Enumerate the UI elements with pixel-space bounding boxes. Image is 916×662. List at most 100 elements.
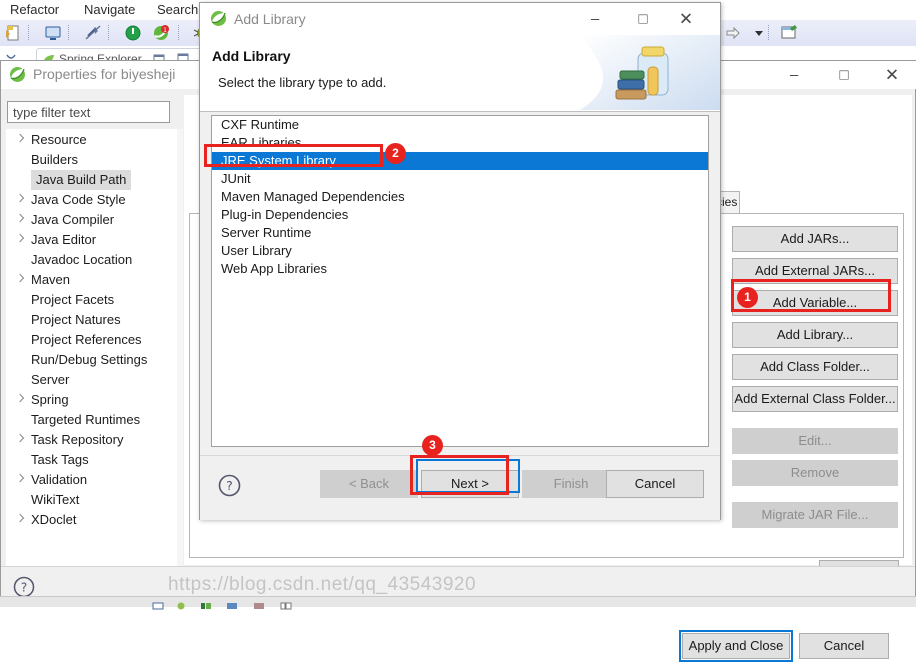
add-library-minimize-button[interactable]: –: [572, 3, 618, 35]
add-external-class-folder-button[interactable]: Add External Class Folder...: [732, 386, 898, 412]
sidebar-item-xdoclet[interactable]: XDoclet: [7, 510, 179, 530]
sidebar-item-builders[interactable]: Builders: [7, 150, 179, 170]
taskbar-icon[interactable]: [226, 598, 238, 609]
forward-nav-icon[interactable]: [724, 24, 742, 42]
sidebar-item-label: Project Facets: [31, 292, 115, 307]
minimize-icon: –: [789, 66, 799, 84]
properties-maximize-button[interactable]: □: [821, 61, 867, 89]
filter-input[interactable]: type filter text: [7, 101, 170, 123]
chevron-right-icon[interactable]: [16, 235, 25, 244]
sidebar-item-task-repository[interactable]: Task Repository: [7, 430, 179, 450]
list-item[interactable]: Maven Managed Dependencies: [212, 188, 708, 206]
maximize-icon: □: [638, 10, 648, 28]
sidebar-item-label: Project Natures: [31, 312, 121, 327]
sidebar-item-maven[interactable]: Maven: [7, 270, 179, 290]
add-library-dialog: Add Library – □ ✕ Add Library Select the…: [199, 2, 721, 520]
spring-leaf-icon: [9, 66, 26, 83]
toolbar-separator: [178, 25, 180, 40]
taskbar-icon[interactable]: [175, 598, 187, 610]
add-library-header: Add Library Select the library type to a…: [200, 35, 720, 112]
run-server-icon[interactable]: [124, 24, 142, 42]
chevron-right-icon[interactable]: [16, 395, 25, 404]
add-library-subheading: Select the library type to add.: [218, 75, 387, 90]
question-mark-icon[interactable]: ?: [13, 576, 35, 598]
sidebar-item-task-tags[interactable]: Task Tags: [7, 450, 179, 470]
sidebar-item-spring[interactable]: Spring: [7, 390, 179, 410]
properties-cancel-button[interactable]: Cancel: [799, 633, 889, 659]
sidebar-item-label: Java Build Path: [31, 170, 132, 190]
svg-text:?: ?: [21, 581, 27, 595]
list-item[interactable]: Plug-in Dependencies: [212, 206, 708, 224]
list-item[interactable]: Web App Libraries: [212, 260, 708, 278]
list-item[interactable]: Server Runtime: [212, 224, 708, 242]
sidebar-item-label: WikiText: [31, 492, 80, 507]
sidebar-item-validation[interactable]: Validation: [7, 470, 179, 490]
menu-item-refactor[interactable]: Refactor: [8, 2, 61, 18]
properties-close-button[interactable]: ✕: [869, 61, 915, 89]
properties-minimize-button[interactable]: –: [771, 61, 817, 89]
svg-text:?: ?: [226, 478, 233, 493]
cancel-button[interactable]: Cancel: [606, 470, 704, 498]
sidebar-item-wikitext[interactable]: WikiText: [7, 490, 179, 510]
sidebar-item-label: Task Tags: [31, 452, 89, 467]
taskbar-icon[interactable]: [200, 598, 212, 609]
chevron-right-icon[interactable]: [16, 215, 25, 224]
add-library-maximize-button[interactable]: □: [620, 3, 666, 35]
maximize-icon: □: [839, 66, 849, 84]
sidebar-item-label: Targeted Runtimes: [31, 412, 141, 427]
forward-dropdown-icon[interactable]: [750, 24, 768, 42]
taskbar-icon[interactable]: [253, 598, 265, 609]
annotation-badge-2: 2: [385, 143, 406, 164]
sidebar-item-java-editor[interactable]: Java Editor: [7, 230, 179, 250]
taskbar-icon[interactable]: [152, 598, 164, 610]
list-item[interactable]: CXF Runtime: [212, 116, 708, 134]
sidebar-scrollbar[interactable]: [177, 129, 183, 594]
sidebar-item-java-compiler[interactable]: Java Compiler: [7, 210, 179, 230]
spring-tool-icon[interactable]: 1: [152, 24, 170, 42]
sidebar-item-label: Project References: [31, 332, 142, 347]
taskbar-icon[interactable]: [280, 598, 292, 610]
sidebar-item-resource[interactable]: Resource: [7, 130, 179, 150]
sidebar-item-project-references[interactable]: Project References: [7, 330, 179, 350]
watermark-text: https://blog.csdn.net/qq_43543920: [168, 574, 477, 595]
sidebar-item-run-debug-settings[interactable]: Run/Debug Settings: [7, 350, 179, 370]
sidebar-item-java-code-style[interactable]: Java Code Style: [7, 190, 179, 210]
no-link-icon[interactable]: [84, 24, 102, 42]
new-file-icon[interactable]: [4, 24, 22, 42]
sidebar-item-java-build-path[interactable]: Java Build Path: [7, 170, 179, 190]
list-item[interactable]: User Library: [212, 242, 708, 260]
toolbar-separator: [28, 25, 30, 40]
sidebar-item-label: Server: [31, 372, 70, 387]
chevron-right-icon[interactable]: [16, 135, 25, 144]
menu-item-navigate[interactable]: Navigate: [82, 2, 137, 18]
sidebar-item-targeted-runtimes[interactable]: Targeted Runtimes: [7, 410, 179, 430]
add-library-title: Add Library: [234, 11, 306, 27]
add-jars-button[interactable]: Add JARs...: [732, 226, 898, 252]
svg-text:1: 1: [163, 27, 167, 34]
add-class-folder-button[interactable]: Add Class Folder...: [732, 354, 898, 380]
question-mark-icon[interactable]: ?: [218, 474, 241, 497]
add-library-close-button[interactable]: ✕: [663, 3, 709, 35]
toolbar-separator: [108, 25, 110, 40]
chevron-right-icon[interactable]: [16, 475, 25, 484]
chevron-right-icon[interactable]: [16, 435, 25, 444]
annotation-badge-1: 1: [737, 287, 758, 308]
sidebar-item-label: Task Repository: [31, 432, 124, 447]
chevron-right-icon[interactable]: [16, 195, 25, 204]
console-icon[interactable]: [44, 24, 62, 42]
open-perspective-icon[interactable]: [780, 24, 798, 42]
list-item[interactable]: JUnit: [212, 170, 708, 188]
add-library-heading: Add Library: [212, 48, 291, 64]
apply-and-close-button[interactable]: Apply and Close: [682, 633, 790, 659]
sidebar-item-server[interactable]: Server: [7, 370, 179, 390]
chevron-right-icon[interactable]: [16, 515, 25, 524]
add-library-button[interactable]: Add Library...: [732, 322, 898, 348]
properties-sidebar-tree[interactable]: Resource Builders Java Build Path Java C…: [6, 129, 180, 596]
sidebar-item-project-natures[interactable]: Project Natures: [7, 310, 179, 330]
sidebar-item-label: Run/Debug Settings: [31, 352, 148, 367]
menu-item-search[interactable]: Search: [155, 2, 200, 18]
chevron-right-icon[interactable]: [16, 275, 25, 284]
sidebar-item-javadoc-location[interactable]: Javadoc Location: [7, 250, 179, 270]
sidebar-item-label: Java Compiler: [31, 212, 115, 227]
sidebar-item-project-facets[interactable]: Project Facets: [7, 290, 179, 310]
